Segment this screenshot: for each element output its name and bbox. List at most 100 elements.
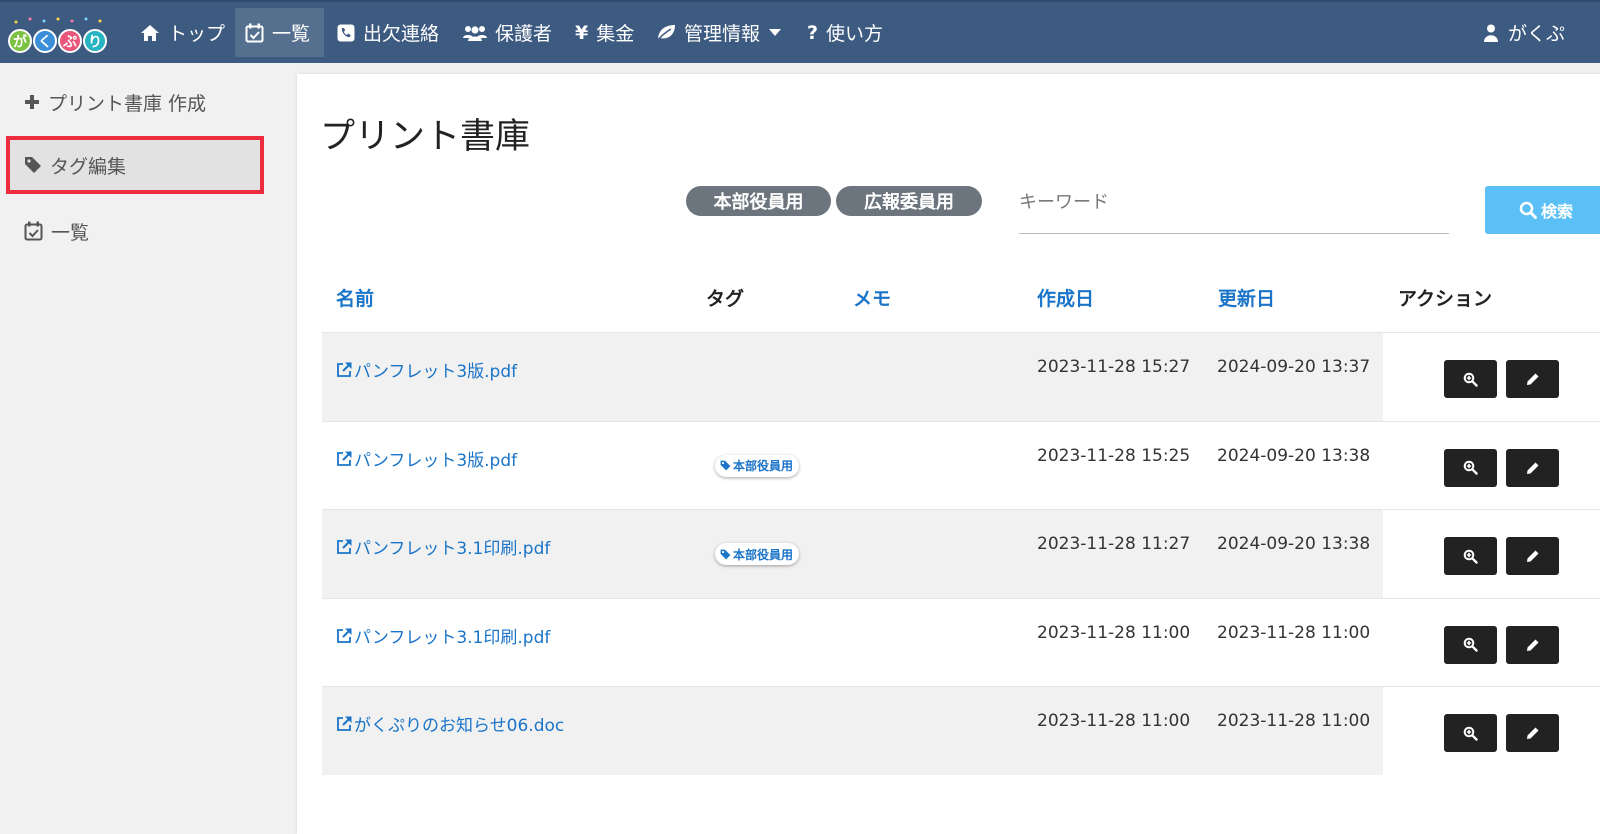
tag-filter-headquarters[interactable]: 本部役員用 <box>686 186 831 216</box>
pencil-icon <box>1526 373 1538 385</box>
tag-icon <box>720 549 731 559</box>
nav-item-label: トップ <box>168 23 226 45</box>
top-navbar: がくぷり トップ 一覧 出欠連絡 保護者 ¥ 集金 管理情報 ? 使い方 がくぷ <box>0 0 1600 63</box>
table-row: パンフレット3版.pdf 2023-11-28 15:27 2024-09-20 1… <box>322 332 1600 421</box>
sidebar-item-label: プリント書庫 作成 <box>48 92 207 115</box>
tag-badge[interactable]: 本部役員用 <box>715 454 800 477</box>
preview-button[interactable] <box>1444 625 1497 664</box>
sidebar-item-tag-edit[interactable]: タグ編集 <box>6 136 264 194</box>
gakupuri-logo[interactable]: がくぷり <box>8 16 108 56</box>
external-link-icon <box>337 716 352 731</box>
zoom-in-icon <box>1463 726 1478 741</box>
search-button-label: 検索 <box>1541 202 1574 221</box>
nav-item-label: 集金 <box>596 23 635 45</box>
preview-button[interactable] <box>1444 448 1497 487</box>
created-date: 2023-11-28 11:00 <box>1037 711 1191 731</box>
tag-badge-label: 本部役員用 <box>733 459 794 473</box>
logo-letter: く <box>38 35 52 51</box>
column-header-updated[interactable]: 更新日 <box>1218 284 1275 311</box>
edit-button[interactable] <box>1506 537 1559 575</box>
logo-letter: が <box>13 34 28 51</box>
column-header-name[interactable]: 名前 <box>336 284 374 311</box>
edit-button[interactable] <box>1506 360 1559 398</box>
sidebar-item-label: 一覧 <box>51 221 90 244</box>
leaf-icon <box>656 24 675 42</box>
table-row: パンフレット3.1印刷.pdf 2023-11-28 11:00 2023-11-2… <box>322 597 1600 687</box>
home-icon <box>141 24 159 41</box>
table-row: パンフレット3版.pdf 本部役員用 2023-11-28 15:25 2024-09… <box>322 420 1600 510</box>
nav-item-attendance[interactable]: 出欠連絡 <box>327 8 449 57</box>
nav-item-list[interactable]: 一覧 <box>235 8 324 57</box>
calendar-check-icon <box>245 23 264 42</box>
updated-date: 2024-09-20 13:37 <box>1217 357 1371 377</box>
preview-button[interactable] <box>1444 714 1497 752</box>
updated-date: 2024-09-20 13:38 <box>1217 445 1371 466</box>
plus-icon <box>25 95 39 109</box>
pencil-icon <box>1526 462 1538 474</box>
tag-badge[interactable]: 本部役員用 <box>715 543 800 565</box>
keyword-search-input[interactable] <box>1019 184 1449 234</box>
file-name: パンフレット3.1印刷.pdf <box>354 539 551 559</box>
sidebar-item-create-print-library[interactable]: プリント書庫 作成 <box>8 75 262 129</box>
logo-letter: り <box>88 35 102 51</box>
file-link[interactable]: パンフレット3版.pdf <box>336 357 517 382</box>
edit-button[interactable] <box>1506 625 1559 664</box>
calendar-check-icon <box>24 221 43 241</box>
updated-date: 2024-09-20 13:38 <box>1217 534 1371 554</box>
nav-item-label: 一覧 <box>272 23 311 45</box>
file-name: がくぷりのお知らせ06.doc <box>354 716 565 736</box>
user-icon <box>1484 24 1498 42</box>
external-link-icon <box>337 362 352 377</box>
created-date: 2023-11-28 15:27 <box>1037 357 1191 377</box>
nav-item-top[interactable]: トップ <box>130 8 235 57</box>
preview-button[interactable] <box>1444 537 1497 575</box>
tag-filter-pr-committee[interactable]: 広報委員用 <box>836 186 982 216</box>
nav-item-guardians[interactable]: 保護者 <box>453 8 562 57</box>
column-header-tag: タグ <box>706 288 745 310</box>
created-date: 2023-11-28 15:25 <box>1037 445 1191 466</box>
zoom-in-icon <box>1463 372 1478 387</box>
updated-date: 2023-11-28 11:00 <box>1217 622 1371 643</box>
logo-graphic: がくぷり <box>8 17 107 53</box>
column-header-created[interactable]: 作成日 <box>1037 284 1094 311</box>
nav-item-label: 保護者 <box>495 23 553 45</box>
file-link[interactable]: パンフレット3.1印刷.pdf <box>336 623 550 648</box>
file-link[interactable]: がくぷりのお知らせ06.doc <box>336 711 564 736</box>
tag-badge-label: 本部役員用 <box>733 547 794 562</box>
tag-icon <box>25 157 41 173</box>
edit-button[interactable] <box>1506 448 1559 487</box>
edit-button[interactable] <box>1506 714 1559 752</box>
updated-date: 2023-11-28 11:00 <box>1217 711 1371 731</box>
search-icon <box>1519 201 1537 219</box>
column-header-memo[interactable]: メモ <box>853 284 891 311</box>
sidebar-item-list[interactable]: 一覧 <box>8 204 262 258</box>
page-title: プリント書庫 <box>320 117 531 157</box>
zoom-in-icon <box>1463 549 1478 564</box>
nav-item-label: 使い方 <box>826 23 884 45</box>
users-icon <box>463 25 487 41</box>
phone-icon <box>337 24 355 41</box>
chevron-down-icon <box>769 29 782 36</box>
search-button[interactable]: 検索 <box>1485 186 1600 234</box>
nav-item-admin-info[interactable]: 管理情報 <box>646 8 791 57</box>
file-name: パンフレット3版.pdf <box>354 450 518 471</box>
nav-item-label: 出欠連絡 <box>363 23 440 45</box>
created-date: 2023-11-28 11:27 <box>1037 534 1191 554</box>
user-menu[interactable]: がくぷ <box>1484 8 1565 57</box>
nav-item-help[interactable]: ? 使い方 <box>797 8 893 57</box>
tag-icon <box>720 460 731 471</box>
zoom-in-icon <box>1463 460 1478 475</box>
preview-button[interactable] <box>1444 360 1497 398</box>
external-link-icon <box>337 627 352 643</box>
user-name: がくぷ <box>1508 23 1566 45</box>
external-link-icon <box>337 450 352 466</box>
file-name: パンフレット3版.pdf <box>354 362 518 382</box>
nav-item-collection[interactable]: ¥ 集金 <box>565 8 644 57</box>
file-link[interactable]: パンフレット3.1印刷.pdf <box>336 534 550 559</box>
pencil-icon <box>1526 727 1538 739</box>
yen-icon: ¥ <box>575 21 589 44</box>
table-row: パンフレット3.1印刷.pdf 本部役員用 2023-11-28 11:27 2024… <box>322 509 1600 598</box>
sidebar-item-label: タグ編集 <box>50 155 127 178</box>
table-row: がくぷりのお知らせ06.doc 2023-11-28 11:00 2023-11-2… <box>322 686 1600 775</box>
file-link[interactable]: パンフレット3版.pdf <box>336 446 517 471</box>
